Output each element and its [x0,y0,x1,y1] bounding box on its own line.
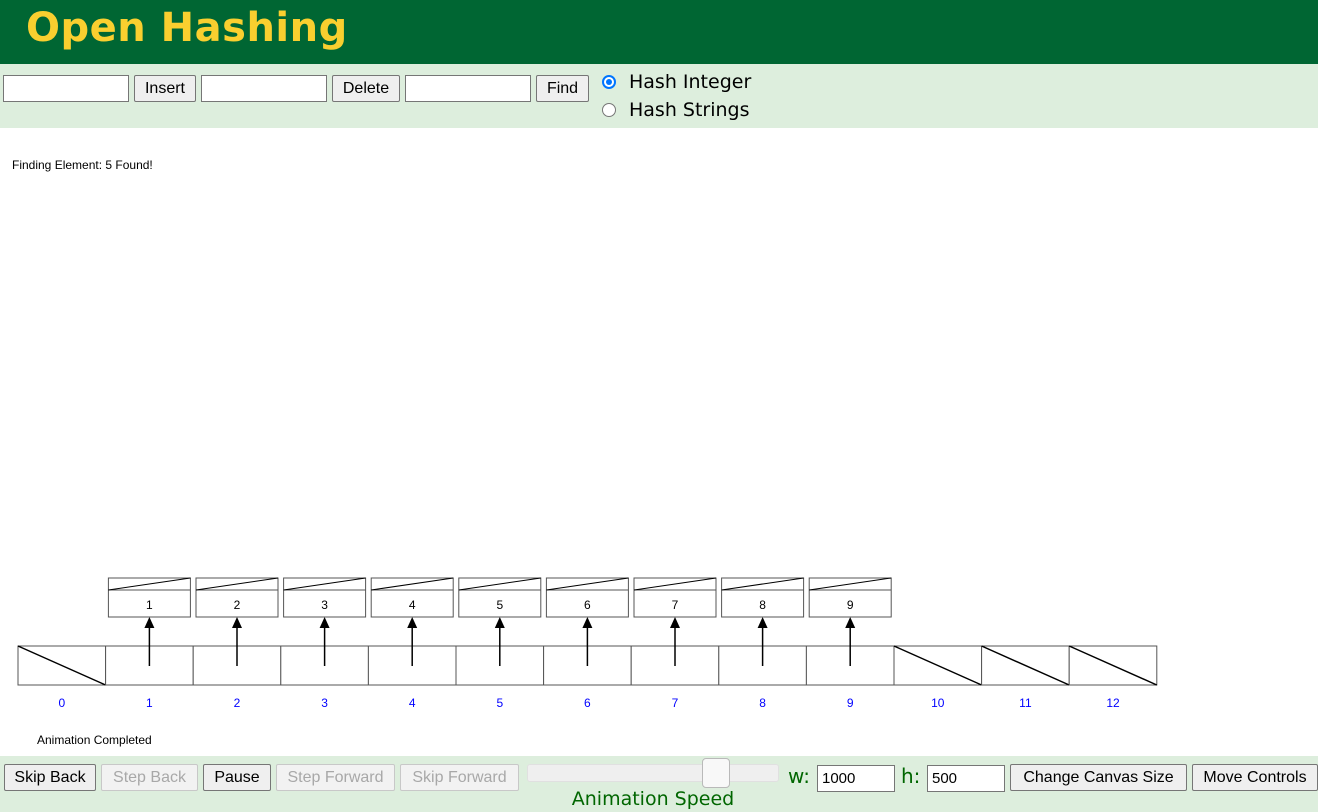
hash-index-label: 7 [672,696,679,710]
pointer-arrowhead [232,617,242,628]
hash-strings-label: Hash Strings [629,99,750,121]
delete-button[interactable]: Delete [332,75,400,102]
hash-index-label: 10 [931,696,945,710]
insert-input[interactable] [3,75,129,102]
hash-index-label: 8 [759,696,766,710]
algorithm-controls: Insert Delete Find Hash Integer Hash Str… [0,64,1318,128]
canvas-width-input[interactable] [817,765,895,792]
list-node-value: 4 [409,598,416,612]
pointer-arrowhead [494,617,505,628]
animation-controls-bar: Skip Back Step Back Pause Step Forward S… [0,756,1318,812]
delete-input[interactable] [201,75,327,102]
hash-table: 0112233445566778899 10 11 12 [17,577,1158,710]
status-message: Finding Element: 5 Found! [12,158,153,172]
insert-button[interactable]: Insert [134,75,196,102]
hash-integer-radio[interactable] [602,75,616,89]
list-node-value: 2 [234,598,241,612]
step-back-button[interactable]: Step Back [101,764,198,791]
list-node-value: 8 [759,598,766,612]
hash-integer-option[interactable]: Hash Integer [602,69,751,95]
hash-index-label: 6 [584,696,591,710]
list-node-value: 1 [146,598,153,612]
list-node-value: 9 [847,598,854,612]
animation-speed-slider-thumb[interactable] [702,758,730,788]
pointer-arrowhead [582,617,593,628]
header-bar: Open Hashing [0,0,1318,64]
hash-index-label: 4 [409,696,416,710]
list-node-value: 5 [496,598,503,612]
list-node-value: 6 [584,598,591,612]
animation-speed-label: Animation Speed [571,788,735,810]
hash-strings-option[interactable]: Hash Strings [602,97,750,123]
hash-index-label: 2 [234,696,241,710]
hash-index-label: 11 [1019,696,1032,710]
hash-index-label: 5 [496,696,503,710]
hash-integer-label: Hash Integer [629,71,752,93]
hash-index-label: 0 [58,696,65,710]
pointer-arrowhead [319,617,330,628]
pointer-arrowhead [757,617,768,628]
find-input[interactable] [405,75,531,102]
hash-strings-radio[interactable] [602,103,616,117]
move-controls-button[interactable]: Move Controls [1192,764,1318,791]
find-button[interactable]: Find [536,75,589,102]
page-title: Open Hashing [26,5,348,51]
change-canvas-size-button[interactable]: Change Canvas Size [1010,764,1187,791]
canvas-height-input[interactable] [927,765,1005,792]
pause-button[interactable]: Pause [203,764,271,791]
step-forward-button[interactable]: Step Forward [276,764,395,791]
hash-index-label: 3 [321,696,328,710]
animation-canvas: Finding Element: 5 Found! 01122334455667… [12,158,1158,747]
width-label: w: [788,764,811,788]
hash-index-label: 12 [1106,696,1120,710]
pointer-arrowhead [845,617,856,628]
hash-index-label: 9 [847,696,854,710]
pointer-arrowhead [144,617,155,628]
skip-forward-button[interactable]: Skip Forward [400,764,519,791]
list-node-value: 7 [672,598,679,612]
height-label: h: [901,764,921,788]
pointer-arrowhead [407,617,418,628]
animation-speed-slider[interactable] [527,764,779,782]
pointer-arrowhead [670,617,680,628]
list-node-value: 3 [321,598,328,612]
hash-index-label: 1 [146,696,153,710]
skip-back-button[interactable]: Skip Back [4,764,96,791]
animation-status: Animation Completed [37,733,152,747]
